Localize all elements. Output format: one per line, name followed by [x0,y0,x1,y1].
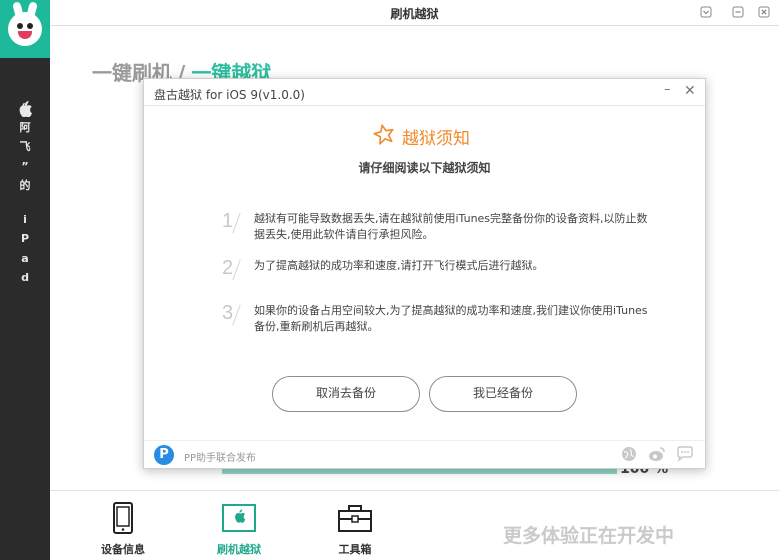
notice-item-3: 如果你的设备占用空间较大,为了提高越狱的成功率和速度,我们建议你使用iTunes… [254,304,648,333]
jailbreak-notice-dialog: 盘古越狱 for iOS 9(v1.0.0) – ✕ 越狱须知 请仔细阅读以下越… [143,78,706,469]
pp-logo-icon: P [154,445,174,465]
weibo-icon[interactable] [648,446,666,464]
star-icon [372,123,396,149]
notice-item-2: 为了提高越狱的成功率和速度,请打开飞行模式后进行越狱。 [254,259,544,272]
bottom-nav: 设备信息 刷机越狱 工具箱 更多体验正在开发中 [50,490,779,560]
pin-icon[interactable] [699,6,713,20]
close-icon[interactable] [757,6,771,20]
chat-icon[interactable] [676,446,694,464]
coming-soon-text: 更多体验正在开发中 [503,525,675,547]
dialog-divider [144,105,705,106]
nav-device-info-label: 设备信息 [101,543,145,556]
item-number: 3 [222,302,234,324]
notice-title: 越狱须知 [402,128,470,149]
nav-flash-jailbreak-label: 刷机越狱 [217,543,261,556]
nav-toolbox-label: 工具箱 [338,543,372,556]
app-title: 刷机越狱 [390,7,439,21]
nav-flash-jailbreak[interactable]: 刷机越狱 [204,501,274,557]
notice-header: 越狱须知 [372,123,470,149]
item-number: 2 [222,257,234,279]
cancel-backup-button[interactable]: 取消去备份 [272,376,420,412]
nav-toolbox[interactable]: 工具箱 [320,501,390,557]
apple-icon [204,501,274,535]
notice-subtitle: 请仔细阅读以下越狱须知 [358,161,491,175]
dialog-minimize-icon[interactable]: – [664,82,671,97]
minimize-icon[interactable] [731,6,745,20]
notice-item-1: 越狱有可能导致数据丢失,请在越狱前使用iTunes完整备份你的设备资料,以防止数… [254,212,648,241]
dialog-close-icon[interactable]: ✕ [684,83,696,99]
already-backed-up-button[interactable]: 我已经备份 [429,376,577,412]
globe-icon[interactable] [620,446,638,464]
sidebar: “ 阿 飞 ” 的 i P a d [0,0,50,560]
toolbox-icon [320,501,390,535]
sidebar-vertical-text: “ 阿 飞 ” 的 i P a d [19,101,31,284]
phone-icon [88,501,158,535]
nav-device-info[interactable]: 设备信息 [88,501,158,557]
dialog-title: 盘古越狱 for iOS 9(v1.0.0) [154,88,305,102]
rabbit-logo-icon[interactable] [0,0,50,58]
title-bar: 刷机越狱 [50,0,779,26]
item-number: 1 [222,210,234,232]
dialog-footer: P PP助手联合发布 [144,440,705,468]
publisher-text: PP助手联合发布 [184,453,257,464]
